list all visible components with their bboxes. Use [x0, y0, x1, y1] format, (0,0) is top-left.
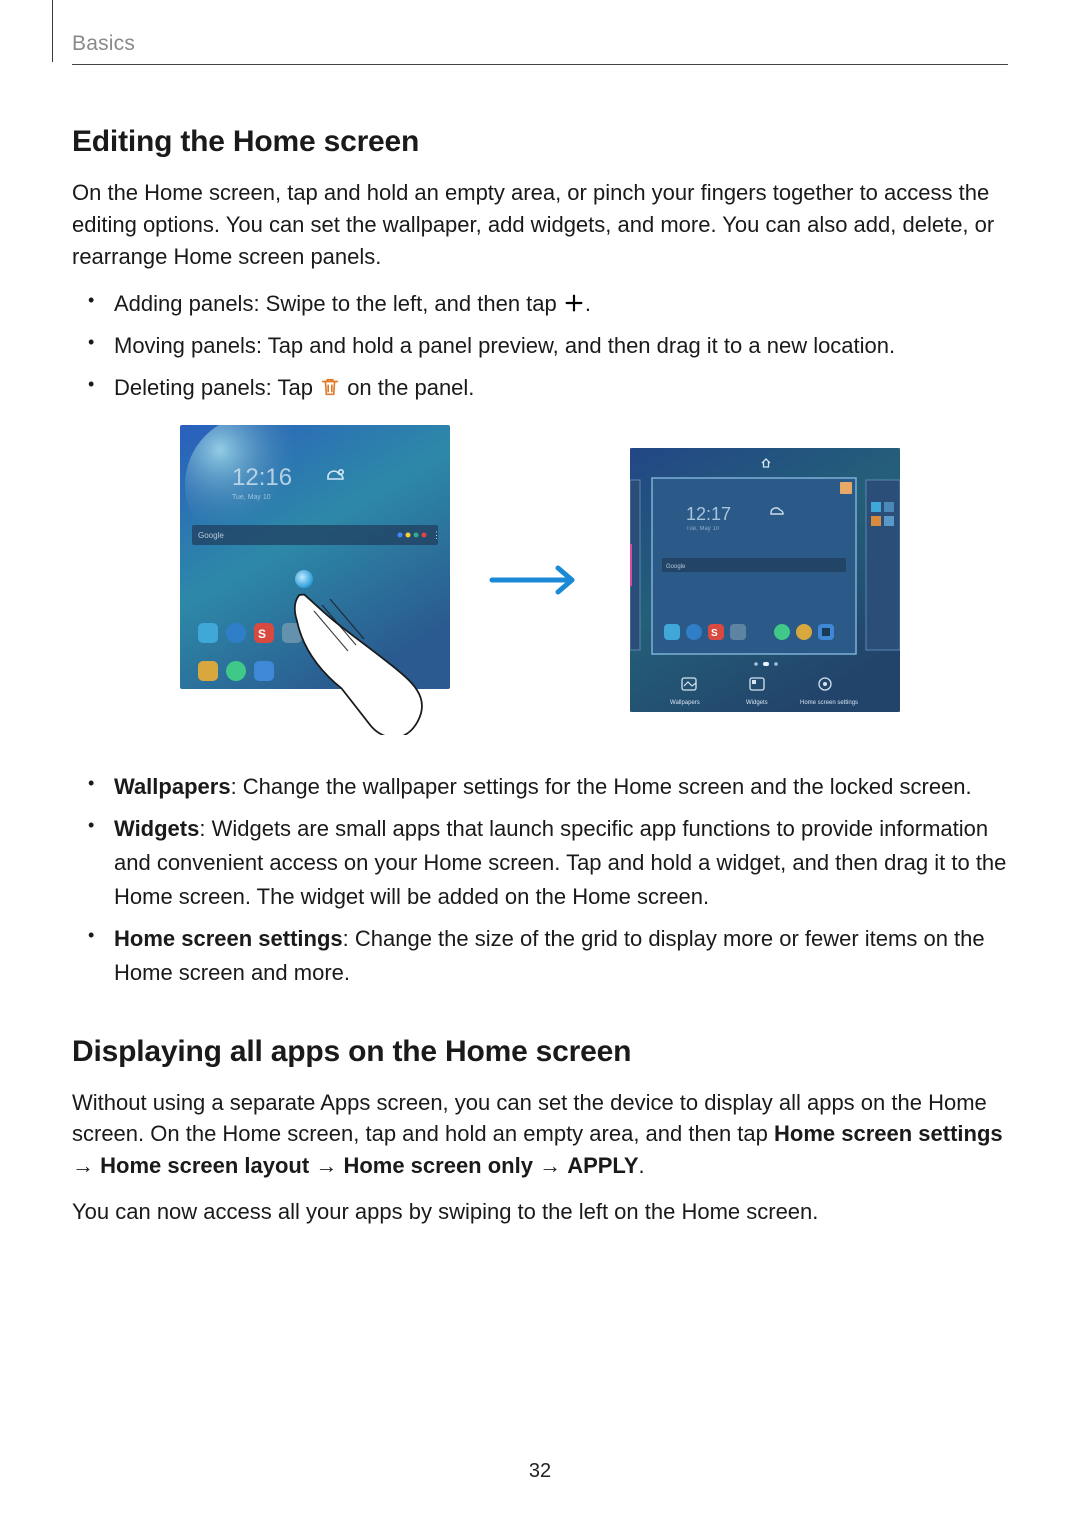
- bullet-text: Deleting panels: Tap: [114, 375, 319, 400]
- svg-text:Google: Google: [198, 531, 224, 540]
- bullet-label: Wallpapers: [114, 774, 231, 799]
- path-home-screen-only: Home screen only: [343, 1153, 533, 1178]
- svg-text:Google: Google: [666, 564, 686, 570]
- plus-icon: [563, 292, 585, 314]
- bullet-adding-panels: Adding panels: Swipe to the left, and th…: [102, 287, 1008, 321]
- svg-text:Home screen settings: Home screen settings: [800, 700, 858, 706]
- section-displaying-all-apps: Displaying all apps on the Home screen W…: [72, 1035, 1008, 1229]
- bullet-text-suffix: on the panel.: [341, 375, 474, 400]
- svg-text:12:17: 12:17: [686, 504, 731, 524]
- svg-text:12:16: 12:16: [232, 464, 292, 491]
- tablet-edit-mode: 12:17 Tue, May 10 Google: [630, 448, 900, 717]
- svg-text:⋮: ⋮: [432, 530, 441, 540]
- bullet-widgets: Widgets: Widgets are small apps that lau…: [102, 812, 1008, 914]
- trash-icon: [319, 376, 341, 398]
- page-number: 32: [0, 1460, 1080, 1483]
- path-home-screen-layout: Home screen layout: [100, 1153, 309, 1178]
- svg-text:Widgets: Widgets: [746, 700, 768, 706]
- section-header: Basics: [72, 32, 1008, 65]
- bullet-moving-panels: Moving panels: Tap and hold a panel prev…: [102, 329, 1008, 363]
- bullets-panel-actions: Adding panels: Swipe to the left, and th…: [72, 287, 1008, 405]
- svg-text:Wallpapers: Wallpapers: [670, 700, 700, 706]
- bullet-label: Home screen settings: [114, 926, 343, 951]
- heading-editing-home-screen: Editing the Home screen: [72, 125, 1008, 159]
- svg-text:Tue, May 10: Tue, May 10: [232, 494, 271, 501]
- intro-paragraph: On the Home screen, tap and hold an empt…: [72, 177, 1008, 273]
- svg-text:Tue, May 10: Tue, May 10: [686, 526, 720, 532]
- bullets-edit-options: Wallpapers: Change the wallpaper setting…: [72, 770, 1008, 991]
- bullet-home-screen-settings: Home screen settings: Change the size of…: [102, 922, 1008, 990]
- path-apply: APPLY: [567, 1153, 638, 1178]
- bullet-deleting-panels: Deleting panels: Tap on the panel.: [102, 371, 1008, 405]
- bullet-text: : Widgets are small apps that launch spe…: [114, 816, 1006, 909]
- heading-displaying-all-apps: Displaying all apps on the Home screen: [72, 1035, 1008, 1069]
- section-editing-home-screen: Editing the Home screen On the Home scre…: [72, 125, 1008, 991]
- bullet-text: : Change the wallpaper settings for the …: [231, 774, 972, 799]
- bullet-text: Adding panels: Swipe to the left, and th…: [114, 291, 563, 316]
- bullet-wallpapers: Wallpapers: Change the wallpaper setting…: [102, 770, 1008, 804]
- paragraph-display-apps-instructions: Without using a separate Apps screen, yo…: [72, 1087, 1008, 1183]
- svg-text:S: S: [258, 627, 266, 641]
- page-content: Basics Editing the Home screen On the Ho…: [0, 0, 1080, 1527]
- paragraph-swipe-note: You can now access all your apps by swip…: [72, 1196, 1008, 1228]
- path-home-screen-settings: Home screen settings: [774, 1121, 1003, 1146]
- arrow-icon: [488, 560, 592, 605]
- bullet-text-suffix: .: [585, 291, 591, 316]
- svg-text:S: S: [711, 628, 718, 639]
- para-text-suffix: .: [639, 1153, 645, 1178]
- illustration-row: 12:16 Tue, May 10 Google ⋮: [72, 425, 1008, 740]
- tablet-home-screen: 12:16 Tue, May 10 Google ⋮: [180, 425, 450, 740]
- bullet-label: Widgets: [114, 816, 199, 841]
